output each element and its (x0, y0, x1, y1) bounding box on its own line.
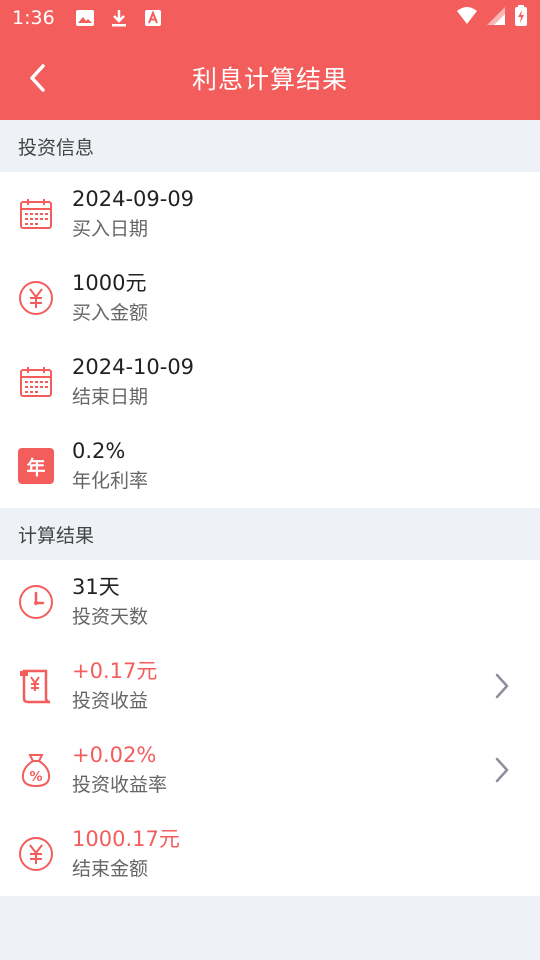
year-badge-text: 年 (26, 456, 46, 479)
chevron-right-icon[interactable] (488, 756, 516, 784)
year-badge-icon: 年 (18, 448, 54, 484)
days-value: 31天 (72, 575, 120, 599)
annual-rate-value: 0.2% (72, 439, 126, 463)
calendar-icon (18, 364, 54, 400)
status-bar: 1:36 (0, 0, 540, 36)
annual-rate-label: 年化利率 (72, 470, 149, 492)
buy-amount-value: 1000元 (72, 271, 147, 295)
end-amount-label: 结束金额 (72, 858, 149, 880)
money-bag-icon: % (18, 752, 54, 788)
list-item-end-date: 2024-10-09 结束日期 (0, 340, 540, 424)
clock-icon (18, 584, 54, 620)
investment-list: 2024-09-09 买入日期 1000元 买入金额 2024-10-09 结束… (0, 172, 540, 508)
list-item-earnings[interactable]: +0.17元 投资收益 (0, 644, 540, 728)
download-icon (107, 6, 131, 30)
yield-value: +0.02% (72, 743, 157, 767)
status-right-icons (456, 5, 528, 31)
end-date-label: 结束日期 (72, 386, 149, 408)
earnings-label: 投资收益 (72, 690, 149, 712)
list-item-buy-date: 2024-09-09 买入日期 (0, 172, 540, 256)
section-header-investment: 投资信息 (0, 120, 540, 172)
chevron-right-icon[interactable] (488, 672, 516, 700)
days-label: 投资天数 (72, 606, 149, 628)
yen-circle-icon (18, 280, 54, 316)
list-item-annual-rate: 年 0.2% 年化利率 (0, 424, 540, 508)
signal-icon (486, 6, 506, 30)
result-list: 31天 投资天数 +0.17元 投资收益 % +0.02% 投资收益率 1000… (0, 560, 540, 896)
list-item-end-amount: 1000.17元 结束金额 (0, 812, 540, 896)
yen-circle-icon (18, 836, 54, 872)
app-bar: 利息计算结果 (0, 36, 540, 120)
font-icon (141, 6, 165, 30)
buy-date-label: 买入日期 (72, 218, 149, 240)
calendar-icon (18, 196, 54, 232)
buy-date-value: 2024-09-09 (72, 187, 195, 211)
end-amount-value: 1000.17元 (72, 827, 180, 851)
battery-icon (514, 5, 528, 31)
scroll-yen-icon (18, 668, 54, 704)
list-item-buy-amount: 1000元 买入金额 (0, 256, 540, 340)
wifi-icon (456, 6, 478, 30)
buy-amount-label: 买入金额 (72, 302, 149, 324)
image-icon (73, 6, 97, 30)
status-time: 1:36 (12, 7, 55, 29)
svg-text:%: % (29, 770, 42, 785)
end-date-value: 2024-10-09 (72, 355, 195, 379)
page-title: 利息计算结果 (191, 65, 348, 94)
list-item-yield[interactable]: % +0.02% 投资收益率 (0, 728, 540, 812)
section-header-result: 计算结果 (0, 508, 540, 560)
yield-label: 投资收益率 (72, 774, 168, 796)
list-item-days: 31天 投资天数 (0, 560, 540, 644)
earnings-value: +0.17元 (72, 659, 158, 683)
